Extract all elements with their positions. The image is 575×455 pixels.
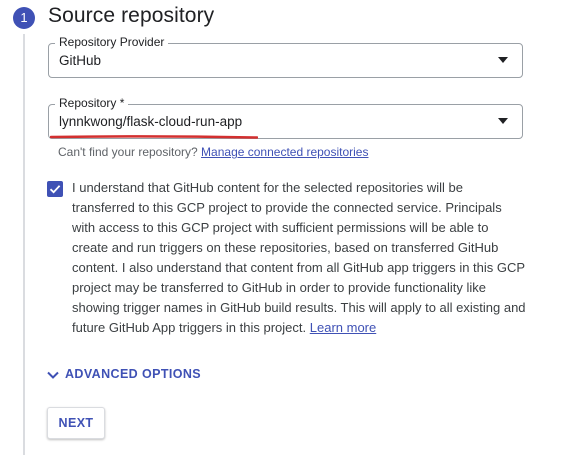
helper-text: Can't find your repository?: [58, 145, 198, 159]
dropdown-arrow-icon: [498, 118, 508, 124]
repository-provider-select[interactable]: Repository Provider GitHub: [48, 35, 523, 78]
learn-more-link[interactable]: Learn more: [310, 320, 376, 335]
repository-provider-value: GitHub: [59, 53, 102, 68]
consent-text-block: I understand that GitHub content for the…: [72, 178, 527, 338]
consent-checkbox[interactable]: [47, 181, 63, 197]
step-number-badge: 1: [13, 7, 35, 29]
step-title: Source repository: [48, 4, 215, 27]
repository-select[interactable]: Repository * lynnkwong/flask-cloud-run-a…: [48, 96, 523, 139]
advanced-options-label: ADVANCED OPTIONS: [65, 367, 202, 381]
red-underline-annotation: [50, 135, 258, 139]
dropdown-arrow-icon: [498, 57, 508, 63]
repository-value: lynnkwong/flask-cloud-run-app: [59, 114, 243, 129]
check-icon: [49, 185, 61, 194]
next-button[interactable]: NEXT: [47, 407, 105, 439]
repository-provider-label: Repository Provider: [55, 35, 169, 49]
step-connector-line: [23, 34, 25, 455]
chevron-down-icon: [47, 371, 59, 379]
advanced-options-toggle[interactable]: ADVANCED OPTIONS: [46, 367, 201, 381]
consent-text: I understand that GitHub content for the…: [72, 180, 526, 335]
repository-helper-text: Can't find your repository? Manage conne…: [58, 145, 368, 159]
manage-connected-repositories-link[interactable]: Manage connected repositories: [201, 145, 368, 159]
repository-label: Repository *: [55, 96, 129, 110]
